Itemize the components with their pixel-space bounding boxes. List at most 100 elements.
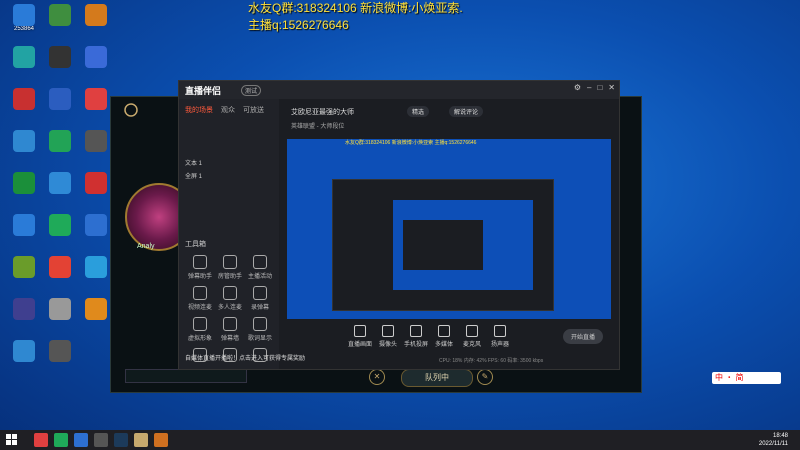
category-pill[interactable]: 精选 xyxy=(407,106,430,117)
tool-button[interactable]: 虚拟形象 xyxy=(185,317,215,342)
tool-button[interactable]: 弹幕助手 xyxy=(185,255,215,280)
nested-preview xyxy=(332,179,554,311)
app-icon xyxy=(49,88,71,110)
tab-audience[interactable]: 观众 xyxy=(221,105,235,115)
toolbar-label: 直播画面 xyxy=(347,342,372,348)
desktop-icon-label xyxy=(42,194,78,208)
desktop-icon[interactable] xyxy=(78,256,114,292)
desktop-icon[interactable] xyxy=(78,172,114,208)
phone-cast-button[interactable]: 手机投屏 xyxy=(401,325,431,348)
desktop-icon-label xyxy=(42,320,78,334)
app-taskbar-icon[interactable] xyxy=(74,433,88,447)
desktop-icon[interactable] xyxy=(42,88,78,124)
desktop-icon-label xyxy=(42,68,78,82)
source-toolbar: 开始直播 直播画面 摄像头 手机投屏 多媒体 麦克风 扬声器 xyxy=(287,325,611,353)
tool-button[interactable]: 弹幕墙 xyxy=(215,317,245,342)
desktop-icon[interactable] xyxy=(6,46,42,82)
wechat-taskbar-icon[interactable] xyxy=(54,433,68,447)
desktop-icon[interactable] xyxy=(42,340,78,376)
desktop-icon[interactable] xyxy=(42,172,78,208)
stream-preview[interactable]: 水友Q群:318324106 新浪微博:小焕亚索 主播q:1526276646 xyxy=(287,139,611,319)
windows-start-icon[interactable] xyxy=(6,434,18,446)
tool-button[interactable]: 主播活动 xyxy=(245,255,275,280)
tab-broadcast[interactable]: 可放送 xyxy=(243,105,264,115)
desktop-icon[interactable] xyxy=(42,298,78,334)
toolbox-title: 工具箱 xyxy=(185,241,206,248)
desktop-icon[interactable] xyxy=(6,256,42,292)
app-icon xyxy=(85,214,107,236)
desktop-icon-label xyxy=(42,152,78,166)
scene-item[interactable] xyxy=(179,130,279,143)
tool-button[interactable]: 房管助手 xyxy=(215,255,245,280)
maximize-icon[interactable]: □ xyxy=(597,83,602,92)
desktop-icon[interactable] xyxy=(42,130,78,166)
desktop-icon[interactable] xyxy=(78,88,114,124)
desktop-icon[interactable] xyxy=(42,4,78,40)
camera-button[interactable]: 摄像头 xyxy=(373,325,403,348)
app-icon xyxy=(85,4,107,26)
tool-icon xyxy=(253,255,267,269)
desktop-icon[interactable] xyxy=(78,214,114,250)
speaker-button[interactable]: 扬声器 xyxy=(485,325,515,348)
app-icon xyxy=(49,214,71,236)
overlay-line-2: 主播q:1526276646 xyxy=(248,18,349,32)
app-icon xyxy=(85,88,107,110)
app-icon xyxy=(85,46,107,68)
streaming-app-window[interactable]: 直播伴侣 测试 ⚙ – □ ✕ 我的场景 观众 可放送 文本 1 全屏 1 工具… xyxy=(178,80,620,370)
tool-button[interactable]: 视频连麦 xyxy=(185,286,215,311)
desktop-icon[interactable] xyxy=(6,130,42,166)
desktop-icon[interactable] xyxy=(42,256,78,292)
tool-button[interactable]: 歌词显示 xyxy=(245,317,275,342)
desktop-icon[interactable] xyxy=(6,172,42,208)
desktop-icon[interactable] xyxy=(6,298,42,334)
edit-button[interactable]: ✎ xyxy=(477,369,493,385)
toolbar-label: 麦克风 xyxy=(462,342,481,348)
app-icon xyxy=(49,256,71,278)
tool-label: 视频连麦 xyxy=(187,305,212,311)
tool-button[interactable]: 录弹幕 xyxy=(245,286,275,311)
desktop-icon[interactable] xyxy=(42,46,78,82)
scene-item[interactable] xyxy=(179,117,279,130)
close-queue-button[interactable]: ✕ xyxy=(369,369,385,385)
start-stream-button[interactable]: 开始直播 xyxy=(562,329,603,344)
system-clock[interactable]: 18:48 2022/11/11 xyxy=(759,432,788,448)
desktop-icon[interactable] xyxy=(78,46,114,82)
scene-item-text[interactable]: 文本 1 xyxy=(179,156,279,169)
scene-item[interactable] xyxy=(179,143,279,156)
desktop-icon[interactable] xyxy=(78,130,114,166)
toolbar-icon xyxy=(354,325,366,337)
minimize-icon[interactable]: – xyxy=(587,83,591,92)
stream-title[interactable]: 艾欧尼亚最强的大师 xyxy=(291,107,354,117)
tool-label: 录弹幕 xyxy=(250,305,269,311)
desktop-icon[interactable] xyxy=(6,340,42,376)
tool-button[interactable]: 多人连麦 xyxy=(215,286,245,311)
settings-icon[interactable]: ⚙ xyxy=(574,83,581,92)
queue-status-button[interactable]: 队列中 xyxy=(401,369,473,387)
desktop-icon[interactable] xyxy=(6,88,42,124)
close-icon[interactable]: ✕ xyxy=(608,83,615,92)
app-icon xyxy=(13,256,35,278)
lol-client-taskbar-icon[interactable] xyxy=(134,433,148,447)
chrome-taskbar-icon[interactable] xyxy=(34,433,48,447)
input-method-indicator[interactable]: 中 ・ 简 xyxy=(712,372,781,384)
desktop-icon[interactable] xyxy=(6,214,42,250)
toolbar-label: 扬声器 xyxy=(490,342,509,348)
streaming-app-taskbar-icon[interactable] xyxy=(154,433,168,447)
app-icon xyxy=(49,130,71,152)
screen-capture-button[interactable]: 直播画面 xyxy=(345,325,375,348)
desktop-icon[interactable]: 253864 xyxy=(6,4,42,40)
app-taskbar-icon[interactable] xyxy=(94,433,108,447)
desktop-icon[interactable] xyxy=(78,298,114,334)
tab-my-scenes[interactable]: 我的场景 xyxy=(185,105,213,115)
lol-taskbar-icon[interactable] xyxy=(114,433,128,447)
scene-item-fullscreen[interactable]: 全屏 1 xyxy=(179,169,279,182)
desktop-icon-label xyxy=(6,362,42,376)
tool-label: 多人连麦 xyxy=(217,305,242,311)
media-button[interactable]: 多媒体 xyxy=(429,325,459,348)
desktop-icon[interactable] xyxy=(78,4,114,40)
desktop-icon[interactable] xyxy=(42,214,78,250)
toolbar-label: 多媒体 xyxy=(434,342,453,348)
chat-input[interactable] xyxy=(125,369,247,383)
microphone-button[interactable]: 麦克风 xyxy=(457,325,487,348)
commentary-pill[interactable]: 解说评论 xyxy=(449,106,484,117)
